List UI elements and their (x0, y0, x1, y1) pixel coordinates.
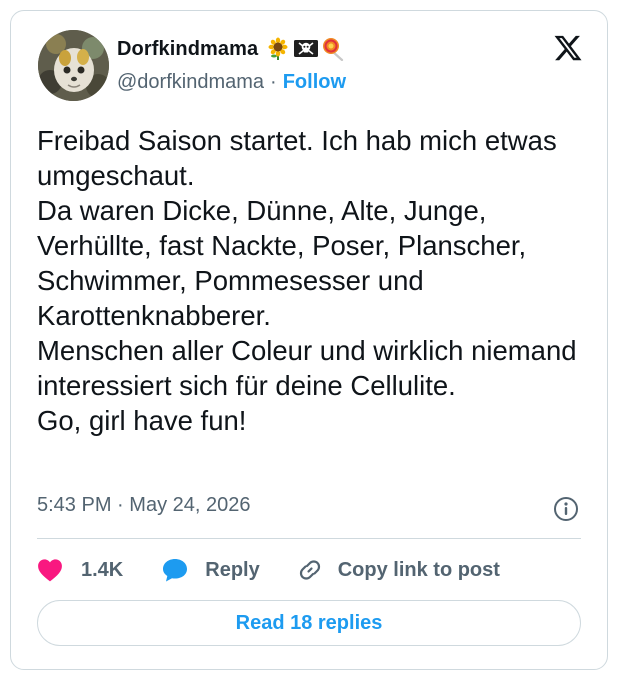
author-handle-row: @dorfkindmama · Follow (117, 71, 346, 94)
read-replies-button[interactable]: Read 18 replies (37, 600, 581, 646)
handle-separator: · (270, 71, 277, 93)
tweet-text: Freibad Saison startet. Ich hab mich etw… (37, 125, 577, 436)
divider (37, 538, 581, 539)
copy-link-button[interactable]: Copy link to post (296, 556, 500, 584)
x-logo-icon[interactable] (553, 33, 583, 63)
reply-button[interactable]: Reply (161, 557, 260, 583)
sunflower-icon (268, 37, 288, 60)
heart-icon (38, 559, 62, 582)
like-count: 1.4K (81, 558, 124, 581)
link-icon (299, 560, 320, 580)
tweet-timestamp[interactable]: 5:43 PM · May 24, 2026 (37, 494, 250, 517)
timestamp-separator: · (117, 494, 124, 516)
name-emojis (266, 37, 346, 61)
reply-label: Reply (205, 558, 260, 581)
like-button[interactable]: 1.4K (37, 558, 123, 582)
author-handle[interactable]: @dorfkindmama (117, 71, 264, 94)
avatar[interactable] (38, 30, 109, 101)
reply-bubble-icon (163, 559, 188, 582)
tweet-card: Dorfkindmama @dorfkindmama · Follow Frei… (10, 10, 608, 670)
skull-crossbones-flag-icon (294, 40, 319, 57)
author-display-name[interactable]: Dorfkindmama (117, 38, 258, 61)
copy-link-label: Copy link to post (337, 558, 500, 581)
info-icon[interactable] (553, 496, 579, 522)
action-bar: 1.4K Reply Copy link to post (37, 553, 500, 587)
author-name-row: Dorfkindmama (117, 37, 346, 61)
follow-button[interactable]: Follow (283, 71, 346, 94)
tweet-date: May 24, 2026 (129, 494, 251, 516)
tweet-time: 5:43 PM (37, 494, 112, 516)
lollipop-icon (323, 38, 344, 61)
